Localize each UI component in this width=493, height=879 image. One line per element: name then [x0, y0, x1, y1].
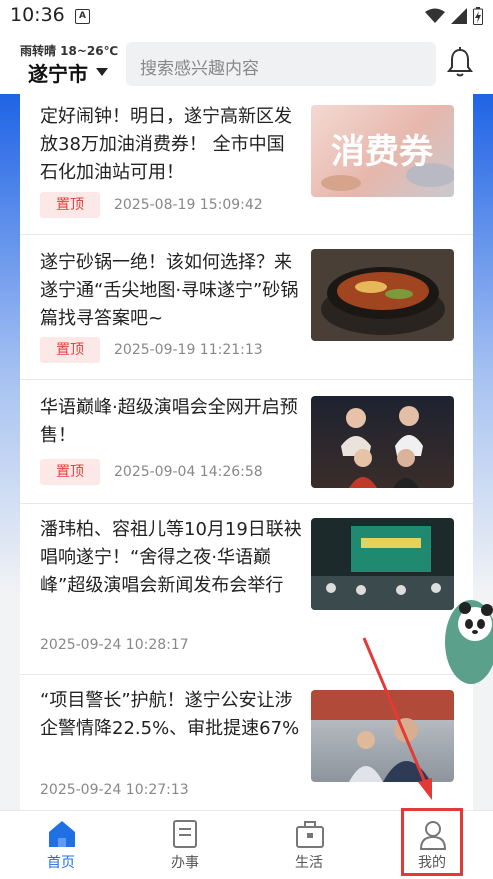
- news-date: 2025-09-04 14:26:58: [114, 464, 263, 480]
- news-title[interactable]: “项目警长”护航！遂宁公安让涉企警情降22.5%、审批提速67%: [40, 687, 302, 743]
- background-gradient-right: [473, 94, 493, 810]
- news-thumbnail[interactable]: [311, 396, 454, 488]
- news-list[interactable]: 定好闹钟！明日，遂宁高新区发放38万加油消费券！ 全市中国石化加油站可用！ 置顶…: [20, 94, 473, 810]
- coupon-image: 消费券: [321, 132, 454, 191]
- news-thumbnail[interactable]: 消费券: [311, 105, 454, 197]
- search-bar[interactable]: 搜索感兴趣内容: [126, 42, 436, 86]
- status-time: 10:36: [10, 4, 65, 26]
- briefcase-icon: [296, 821, 324, 848]
- news-date: 2025-09-19 11:21:13: [114, 342, 263, 358]
- search-placeholder: 搜索感兴趣内容: [140, 59, 259, 79]
- news-title[interactable]: 定好闹钟！明日，遂宁高新区发放38万加油消费券！ 全市中国石化加油站可用！: [40, 103, 302, 187]
- wifi-icon: [425, 8, 445, 23]
- home-icon: [49, 821, 75, 847]
- news-thumbnail[interactable]: [311, 690, 454, 782]
- tab-label: 生活: [295, 855, 323, 871]
- signal-icon: [451, 8, 467, 24]
- notification-icon: A: [75, 9, 90, 24]
- top-header: 雨转晴 18~26℃ 遂宁市 搜索感兴趣内容: [0, 32, 493, 94]
- police-image: [311, 690, 454, 782]
- news-date: 2025-09-24 10:28:17: [40, 637, 189, 653]
- pinned-badge: 置顶: [40, 337, 100, 363]
- news-item[interactable]: 定好闹钟！明日，遂宁高新区发放38万加油消费券！ 全市中国石化加油站可用！ 置顶…: [20, 94, 473, 235]
- tab-label: 首页: [47, 855, 75, 871]
- news-date: 2025-08-19 15:09:42: [114, 197, 263, 213]
- status-icons: [425, 6, 483, 26]
- bell-icon[interactable]: [446, 46, 474, 78]
- news-thumbnail[interactable]: [311, 249, 454, 341]
- panda-mascot-icon[interactable]: [437, 590, 493, 690]
- tab-home[interactable]: 首页: [11, 811, 111, 879]
- concert-poster-image: [341, 406, 423, 488]
- pinned-badge: 置顶: [40, 459, 100, 485]
- coupon-text: 消费券: [331, 132, 434, 172]
- news-item[interactable]: 华语巅峰·超级演唱会全网开启预售！ 置顶 2025-09-04 14:26:58: [20, 380, 473, 504]
- city-selector[interactable]: 遂宁市: [28, 58, 88, 87]
- pinned-badge: 置顶: [40, 192, 100, 218]
- background-gradient-left: [0, 94, 20, 810]
- tab-label: 办事: [171, 855, 199, 871]
- battery-icon: [473, 7, 483, 25]
- news-item[interactable]: “项目警长”护航！遂宁公安让涉企警情降22.5%、审批提速67% 2025-09…: [20, 675, 473, 810]
- news-item[interactable]: 潘玮柏、容祖儿等10月19日联袂唱响遂宁！“舍得之夜·华语巅峰”超级演唱会新闻发…: [20, 504, 473, 675]
- highlight-box: [401, 808, 463, 876]
- document-icon: [173, 820, 197, 848]
- news-thumbnail[interactable]: [311, 518, 454, 610]
- tab-life[interactable]: 生活: [259, 811, 359, 879]
- status-bar: 10:36 A: [0, 0, 493, 32]
- claypot-image: [321, 267, 445, 335]
- tab-services[interactable]: 办事: [135, 811, 235, 879]
- news-title[interactable]: 华语巅峰·超级演唱会全网开启预售！: [40, 394, 302, 450]
- caret-down-icon[interactable]: [96, 68, 108, 76]
- news-title[interactable]: 遂宁砂锅一绝！该如何选择？来遂宁通“舌尖地图·寻味遂宁”砂锅篇找寻答案吧~: [40, 249, 302, 333]
- press-conference-image: [311, 526, 454, 610]
- weather-info: 雨转晴 18~26℃: [20, 44, 119, 58]
- news-item[interactable]: 遂宁砂锅一绝！该如何选择？来遂宁通“舌尖地图·寻味遂宁”砂锅篇找寻答案吧~ 置顶…: [20, 235, 473, 380]
- news-title[interactable]: 潘玮柏、容祖儿等10月19日联袂唱响遂宁！“舍得之夜·华语巅峰”超级演唱会新闻发…: [40, 516, 302, 600]
- news-date: 2025-09-24 10:27:13: [40, 782, 189, 798]
